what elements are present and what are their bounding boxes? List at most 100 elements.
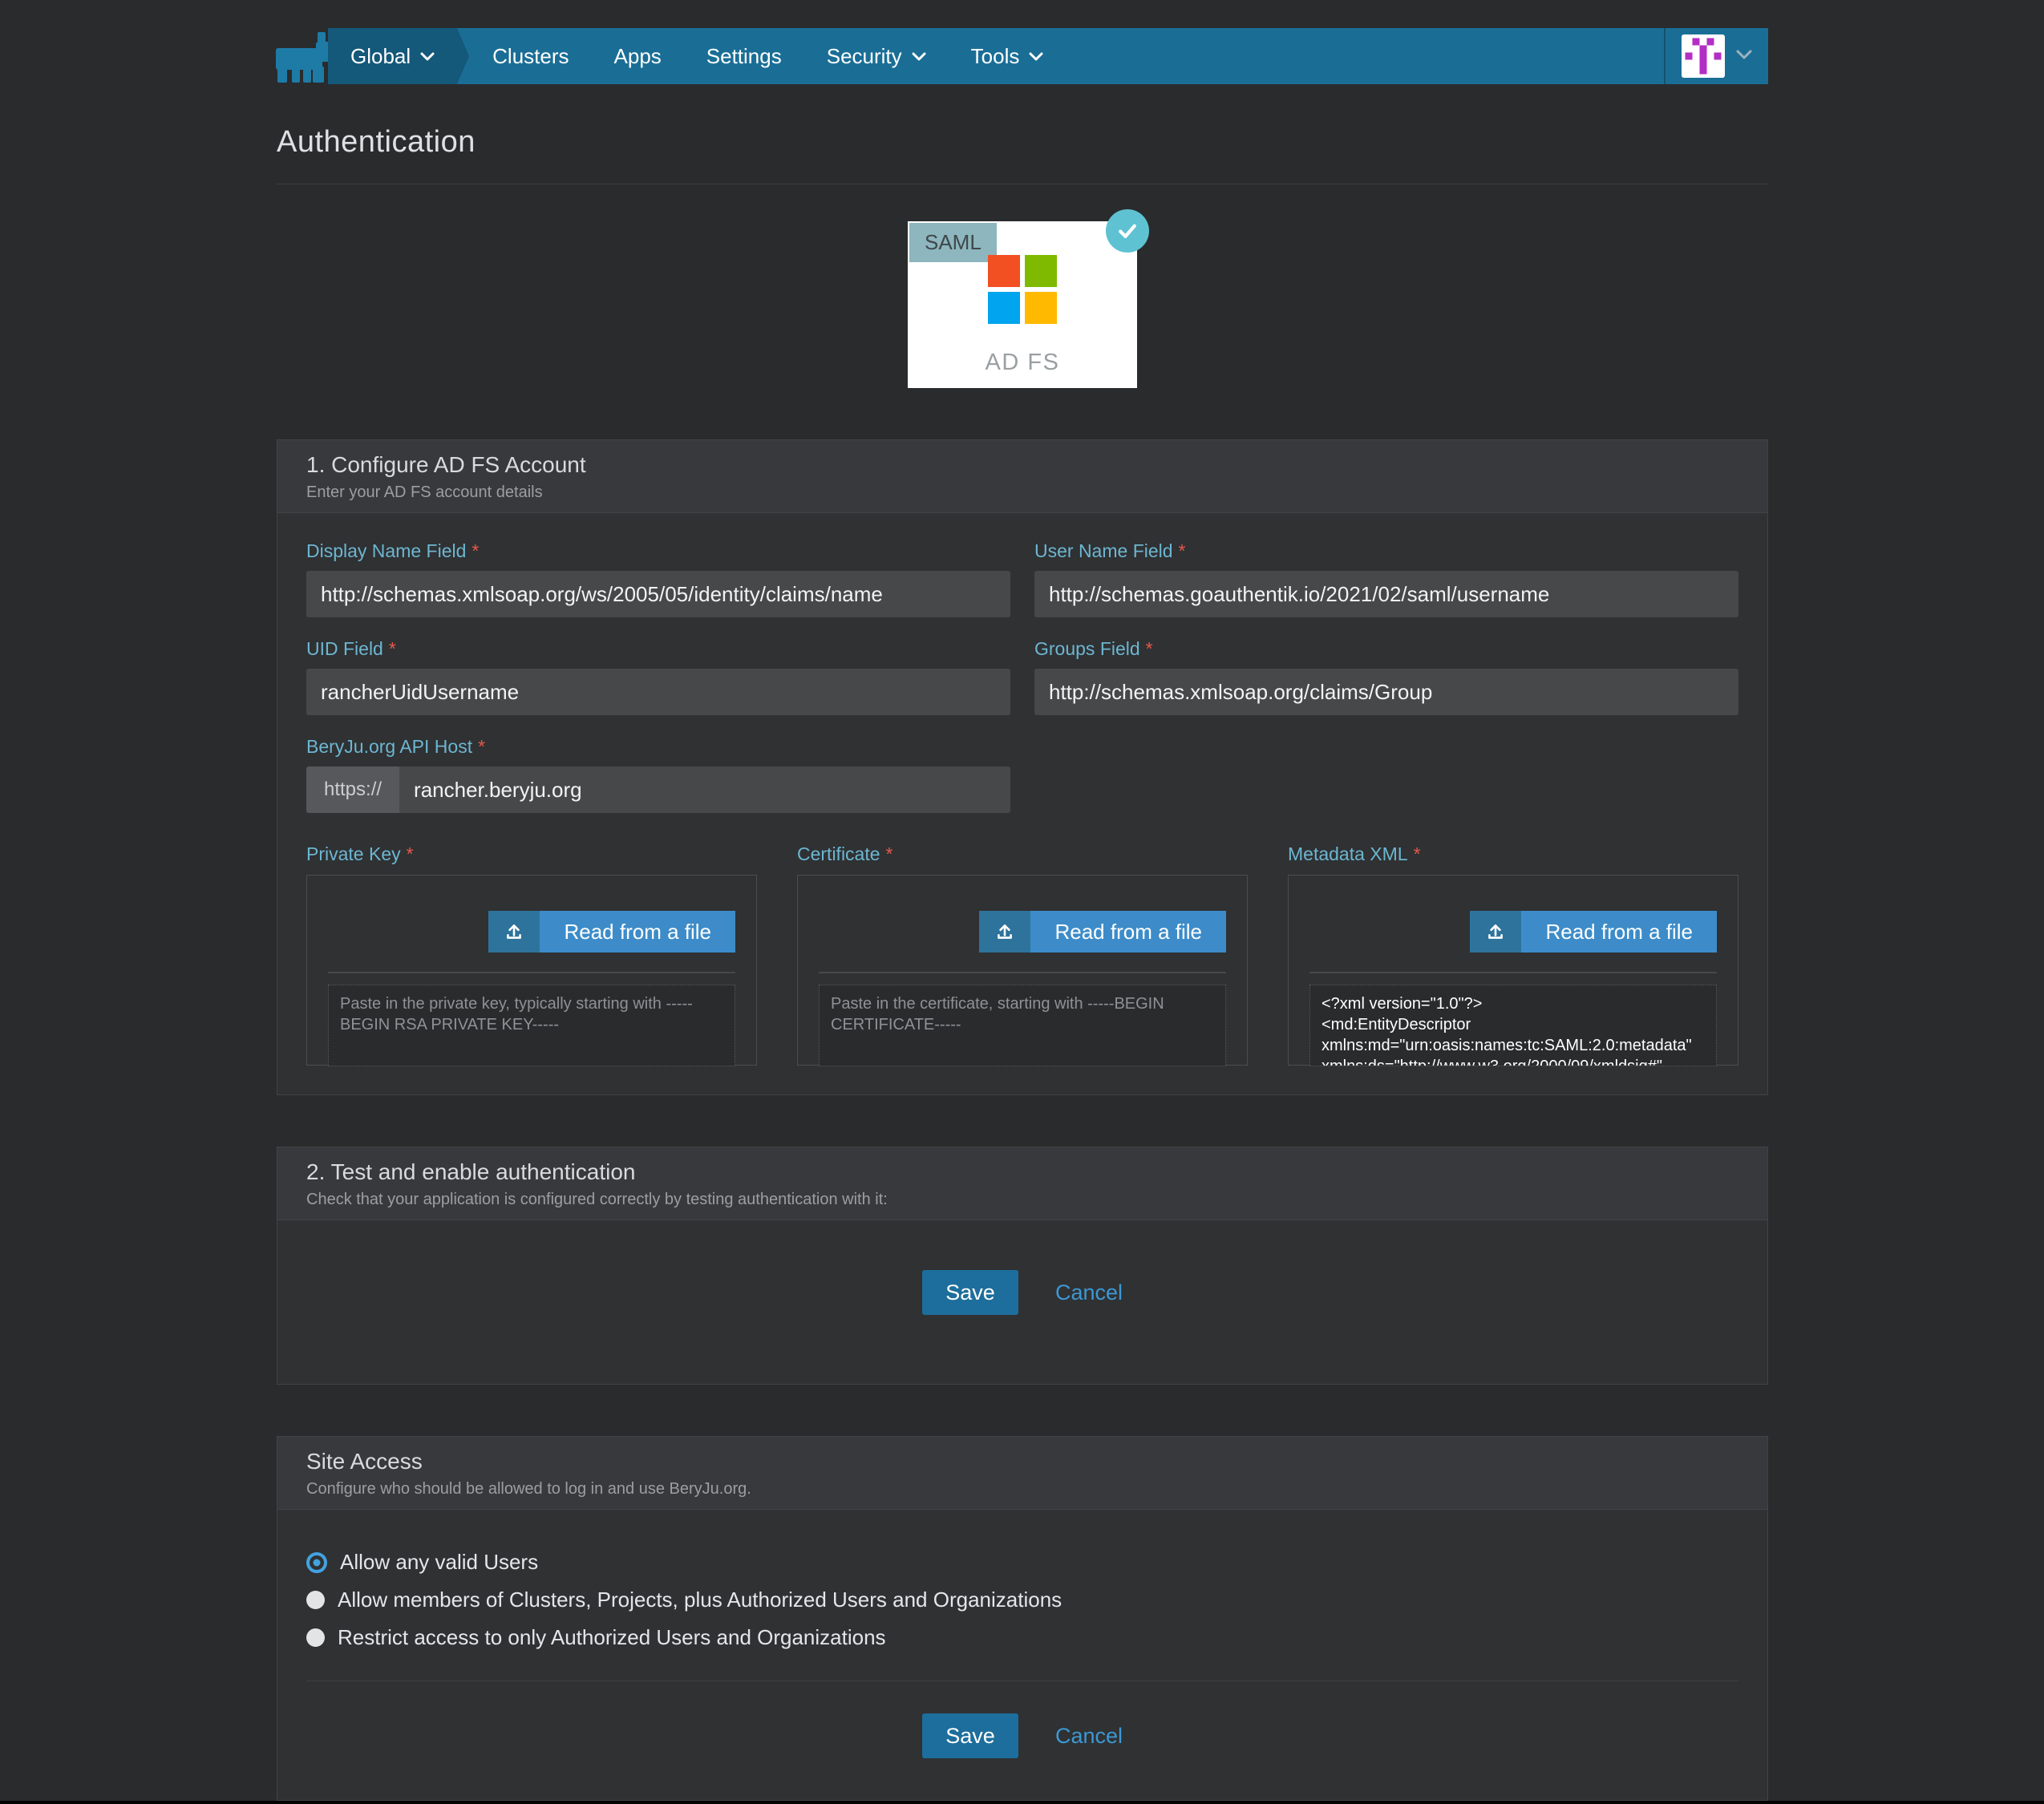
provider-name: AD FS: [908, 350, 1137, 376]
required-marker: *: [1414, 843, 1421, 864]
nav-item-apps[interactable]: Apps: [592, 28, 684, 84]
section2-subtitle: Check that your application is configure…: [306, 1191, 1738, 1209]
required-marker: *: [1146, 638, 1153, 659]
chevron-down-icon: [912, 52, 926, 61]
upload-icon: [1470, 911, 1521, 953]
field-api-host: BeryJu.org API Host* https://: [306, 736, 1010, 813]
site-access-save-button[interactable]: Save: [922, 1713, 1018, 1758]
upload-icon: [488, 911, 540, 953]
nav-item-clusters[interactable]: Clusters: [470, 28, 591, 84]
display-name-input[interactable]: [306, 571, 1010, 617]
selected-check-icon: [1106, 209, 1149, 253]
private-key-textarea[interactable]: Paste in the private key, typically star…: [328, 985, 735, 1066]
section-test-enable: 2. Test and enable authentication Check …: [277, 1147, 1768, 1385]
site-access-header: Site Access Configure who should be allo…: [277, 1437, 1767, 1510]
chevron-down-icon: [1029, 52, 1043, 61]
site-access-title: Site Access: [306, 1449, 1738, 1474]
field-display-name: Display Name Field*: [306, 540, 1010, 617]
site-access-subtitle: Configure who should be allowed to log i…: [306, 1480, 1738, 1499]
ms-square-green: [1025, 255, 1057, 287]
chevron-down-icon: [1736, 49, 1752, 63]
section1-subtitle: Enter your AD FS account details: [306, 483, 1738, 502]
page-title: Authentication: [277, 125, 1768, 160]
panel-divider: [328, 972, 735, 973]
section1-title: 1. Configure AD FS Account: [306, 452, 1738, 478]
section1-header: 1. Configure AD FS Account Enter your AD…: [277, 440, 1767, 513]
site-access-actions: Save Cancel: [306, 1681, 1738, 1800]
panel-divider: [819, 972, 1226, 973]
nav-spacer: [1066, 28, 1664, 84]
footer: v2.5.5 English Download CLI: [0, 1801, 2044, 1804]
main-content: Authentication SAML AD FS 1. Configure A…: [277, 85, 1768, 1801]
chevron-down-icon: [420, 52, 435, 61]
groups-label: Groups Field*: [1034, 638, 1738, 660]
nav-item-label: Global: [350, 44, 411, 69]
site-access-body: Allow any valid Users Allow members of C…: [277, 1510, 1767, 1800]
ms-square-red: [988, 255, 1020, 287]
field-uid: UID Field*: [306, 638, 1010, 715]
upload-icon: [979, 911, 1030, 953]
groups-input[interactable]: [1034, 669, 1738, 715]
nav-item-label: Apps: [614, 44, 662, 69]
read-file-button-label: Read from a file: [1521, 911, 1717, 953]
radio-label: Allow members of Clusters, Projects, plu…: [338, 1588, 1062, 1612]
required-marker: *: [389, 638, 396, 659]
certificate-textarea[interactable]: Paste in the certificate, starting with …: [819, 985, 1226, 1066]
api-host-label: BeryJu.org API Host*: [306, 736, 1010, 758]
section2-actions: Save Cancel: [277, 1220, 1767, 1384]
user-name-input[interactable]: [1034, 571, 1738, 617]
uid-label: UID Field*: [306, 638, 1010, 660]
field-user-name: User Name Field*: [1034, 540, 1738, 617]
user-name-label: User Name Field*: [1034, 540, 1738, 562]
file-field-certificate: Certificate* Read from a file Paste in: [797, 843, 1248, 1066]
required-marker: *: [1179, 540, 1186, 561]
nav-item-settings[interactable]: Settings: [684, 28, 804, 84]
file-field-private-key: Private Key* Read from a file Paste in: [306, 843, 757, 1066]
nav-item-label: Clusters: [492, 44, 569, 69]
required-marker: *: [472, 540, 479, 561]
radio-restrict-access[interactable]: Restrict access to only Authorized Users…: [306, 1625, 1738, 1650]
private-key-read-file-button[interactable]: Read from a file: [488, 911, 735, 953]
nav-item-label: Tools: [971, 44, 1020, 69]
nav-item-global[interactable]: Global: [328, 28, 457, 84]
api-host-input[interactable]: [399, 766, 1010, 813]
certificate-label: Certificate*: [797, 843, 1248, 865]
radio-label: Restrict access to only Authorized Users…: [338, 1625, 886, 1650]
required-marker: *: [407, 843, 414, 864]
required-marker: *: [478, 736, 485, 757]
private-key-label: Private Key*: [306, 843, 757, 865]
saml-badge: SAML: [909, 223, 997, 262]
save-button[interactable]: Save: [922, 1270, 1018, 1315]
metadata-xml-label: Metadata XML*: [1288, 843, 1738, 865]
field-groups: Groups Field*: [1034, 638, 1738, 715]
radio-selected-icon: [306, 1552, 327, 1573]
metadata-xml-panel: Read from a file <?xml version="1.0"?> <…: [1288, 875, 1738, 1066]
radio-unselected-icon: [306, 1591, 325, 1609]
section2-title: 2. Test and enable authentication: [306, 1159, 1738, 1185]
uid-input[interactable]: [306, 669, 1010, 715]
nav-item-security[interactable]: Security: [804, 28, 949, 84]
site-access-cancel-link[interactable]: Cancel: [1055, 1724, 1123, 1749]
section2-header: 2. Test and enable authentication Check …: [277, 1147, 1767, 1220]
required-marker: *: [886, 843, 893, 864]
metadata-xml-read-file-button[interactable]: Read from a file: [1470, 911, 1717, 953]
certificate-panel: Read from a file Paste in the certificat…: [797, 875, 1248, 1066]
section-site-access: Site Access Configure who should be allo…: [277, 1436, 1768, 1801]
provider-card-adfs[interactable]: SAML AD FS: [908, 221, 1137, 388]
private-key-panel: Read from a file Paste in the private ke…: [306, 875, 757, 1066]
microsoft-logo-icon: [988, 255, 1057, 324]
radio-allow-members[interactable]: Allow members of Clusters, Projects, plu…: [306, 1588, 1738, 1612]
metadata-xml-textarea[interactable]: <?xml version="1.0"?> <md:EntityDescript…: [1309, 985, 1717, 1066]
ms-square-blue: [988, 292, 1020, 324]
user-menu[interactable]: [1664, 28, 1768, 84]
nav-item-label: Settings: [706, 44, 782, 69]
https-prefix-addon: https://: [306, 766, 399, 813]
nav-item-tools[interactable]: Tools: [949, 28, 1067, 84]
radio-unselected-icon: [306, 1628, 325, 1647]
certificate-read-file-button[interactable]: Read from a file: [979, 911, 1226, 953]
auth-provider-row: SAML AD FS: [277, 221, 1768, 388]
read-file-button-label: Read from a file: [540, 911, 735, 953]
top-bar: Global Clusters Apps Settings Security T…: [0, 0, 2044, 85]
radio-allow-any-valid-users[interactable]: Allow any valid Users: [306, 1550, 1738, 1575]
cancel-link[interactable]: Cancel: [1055, 1280, 1123, 1305]
